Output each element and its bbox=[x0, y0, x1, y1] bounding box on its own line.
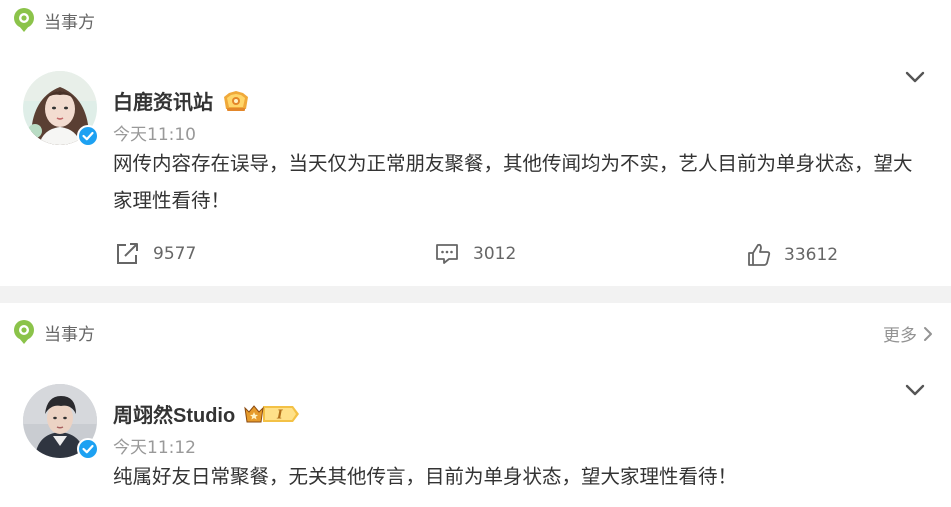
post-content: 纯属好友日常聚餐，无关其他传言，目前为单身状态，望大家理性看待！ bbox=[113, 465, 738, 488]
post-time: 今天11:10 bbox=[113, 125, 196, 145]
location-pin-icon bbox=[14, 8, 34, 32]
more-label: 更多 bbox=[883, 326, 917, 346]
author-name[interactable]: 白鹿资讯站 bbox=[113, 86, 213, 115]
more-link[interactable]: 更多 bbox=[883, 321, 933, 346]
share-count: 9577 bbox=[153, 244, 197, 264]
chevron-down-icon[interactable] bbox=[905, 383, 925, 397]
post-card-2: 当事方 更多 周翊然Studio I 今天11:12 纯属好友日常聚餐，无关其他… bbox=[0, 303, 951, 507]
comment-count: 3012 bbox=[473, 244, 517, 264]
source-label: 当事方 bbox=[44, 12, 95, 33]
thumbs-up-icon bbox=[748, 243, 771, 266]
source-label: 当事方 bbox=[44, 324, 95, 345]
author-row: 周翊然Studio I bbox=[113, 399, 301, 428]
fan-medal-icon bbox=[224, 90, 248, 111]
post-card-1: 当事方 白鹿资讯站 今天11:10 网传内容存在误导，当天仅为正常朋友聚餐，其他… bbox=[0, 0, 951, 286]
svg-text:I: I bbox=[276, 407, 283, 421]
action-bar: 9577 3012 33612 bbox=[0, 242, 951, 272]
share-button[interactable]: 9577 bbox=[115, 242, 196, 266]
comment-button[interactable]: 3012 bbox=[435, 242, 516, 266]
location-pin-icon bbox=[14, 320, 34, 344]
post-separator bbox=[0, 286, 951, 303]
chevron-down-icon[interactable] bbox=[905, 70, 925, 84]
chevron-right-icon bbox=[924, 326, 932, 341]
author-row: 白鹿资讯站 bbox=[113, 86, 251, 115]
source-tag: 当事方 bbox=[12, 319, 95, 345]
post-content: 网传内容存在误导，当天仅为正常朋友聚餐，其他传闻均为不实，艺人目前为单身状态，望… bbox=[113, 152, 913, 212]
like-button[interactable]: 33612 bbox=[746, 242, 838, 268]
author-name[interactable]: 周翊然Studio bbox=[113, 399, 235, 428]
share-icon bbox=[117, 243, 138, 264]
like-count: 33612 bbox=[784, 245, 839, 265]
post-time: 今天11:12 bbox=[113, 438, 196, 458]
comment-icon bbox=[436, 244, 458, 264]
verified-badge-icon bbox=[77, 438, 99, 460]
avatar[interactable] bbox=[23, 71, 99, 147]
source-tag: 当事方 bbox=[12, 7, 95, 33]
verified-badge-icon bbox=[77, 125, 99, 147]
avatar[interactable] bbox=[23, 384, 99, 460]
vip-level-badge-icon: I bbox=[244, 404, 300, 422]
